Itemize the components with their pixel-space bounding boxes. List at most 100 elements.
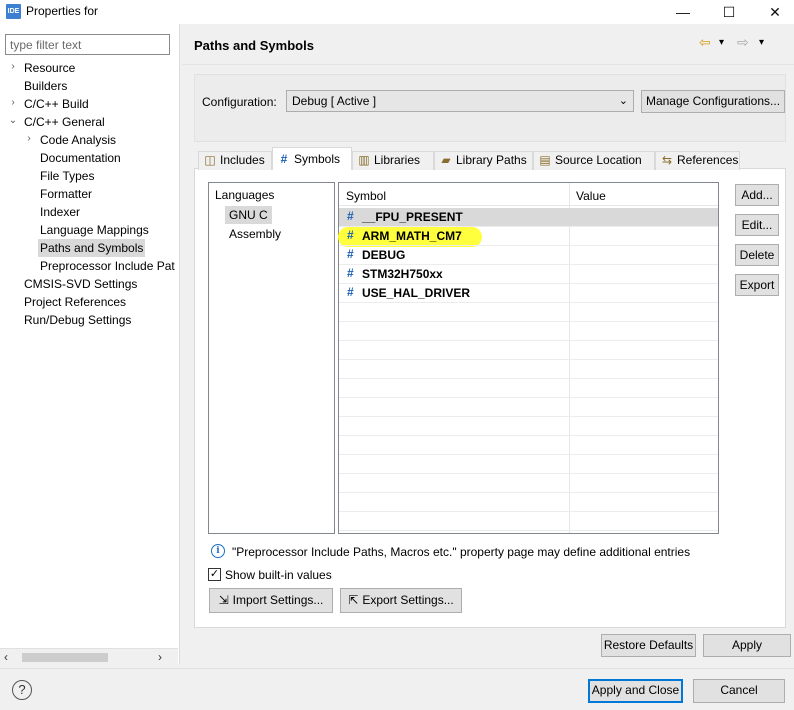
scroll-right-icon[interactable]: ›	[158, 650, 162, 664]
empty-row	[339, 341, 718, 360]
filter-input[interactable]	[5, 34, 170, 55]
hash-icon: #	[347, 285, 354, 299]
empty-row	[339, 303, 718, 322]
languages-header: Languages	[215, 188, 275, 202]
tab-references[interactable]: ⇆ References	[655, 151, 740, 170]
tab-label: Source Location	[555, 153, 642, 167]
empty-row	[339, 455, 718, 474]
empty-row	[339, 322, 718, 341]
tree-item[interactable]: Indexer	[38, 203, 82, 221]
tab-libraries[interactable]: ▥ Libraries	[352, 151, 434, 170]
hash-icon: #	[347, 209, 354, 223]
left-pane: ‹ › › ResourceBuilders › C/C++ Build ⌄ C/C++ …	[0, 24, 180, 665]
symbol-row[interactable]: # DEBUG	[339, 246, 718, 265]
back-dropdown-icon[interactable]: ▾	[719, 37, 724, 48]
chevron-down-icon: ⌄	[618, 95, 628, 107]
horizontal-scrollbar[interactable]: ‹ ›	[0, 648, 178, 665]
symbol-row[interactable]: # ARM_MATH_CM7	[339, 227, 718, 246]
symbol-name: STM32H750xx	[362, 267, 443, 281]
empty-row	[339, 474, 718, 493]
apply-and-close-button[interactable]: Apply and Close	[588, 679, 683, 703]
symbol-row[interactable]: # STM32H750xx	[339, 265, 718, 284]
footer-separator	[0, 668, 794, 669]
help-icon[interactable]: ?	[12, 680, 32, 700]
tab-label: Symbols	[294, 152, 341, 166]
forward-arrow-icon[interactable]: ⇨	[737, 34, 749, 51]
libraries-icon: ▥	[358, 153, 370, 167]
delete-button[interactable]: Delete	[735, 244, 779, 266]
tree-item[interactable]: CMSIS-SVD Settings	[22, 275, 139, 293]
source-folder-icon: ▤	[539, 153, 551, 167]
import-settings-button[interactable]: ⇲ Import Settings...	[209, 588, 333, 613]
tab-library-paths[interactable]: ▰ Library Paths	[434, 151, 533, 170]
column-header-symbol[interactable]: Symbol	[346, 189, 386, 203]
empty-row	[339, 360, 718, 379]
chevron-right-icon[interactable]: ›	[8, 97, 18, 108]
scroll-thumb[interactable]	[22, 653, 108, 662]
chevron-right-icon[interactable]: ›	[8, 61, 18, 72]
tree-item[interactable]: Resource	[22, 59, 77, 77]
hash-icon: #	[347, 247, 354, 261]
restore-defaults-button[interactable]: Restore Defaults	[601, 634, 696, 657]
tree-item[interactable]: Preprocessor Include Pat	[38, 257, 177, 275]
export-button[interactable]: Export	[735, 274, 779, 296]
header-divider	[339, 205, 718, 206]
configuration-label: Configuration:	[202, 95, 277, 109]
info-text: "Preprocessor Include Paths, Macros etc.…	[232, 545, 691, 559]
tree-item[interactable]: Run/Debug Settings	[22, 311, 133, 329]
tab-source-location[interactable]: ▤ Source Location	[533, 151, 655, 170]
empty-row	[339, 493, 718, 512]
tree-item[interactable]: Project References	[22, 293, 128, 311]
chevron-right-icon[interactable]: ›	[24, 133, 34, 144]
window-title: Properties for	[26, 4, 99, 18]
maximize-button[interactable]: ☐	[706, 0, 752, 24]
tab-includes[interactable]: ◫ Includes	[198, 151, 272, 170]
tab-label: References	[677, 153, 739, 167]
close-button[interactable]: ✕	[752, 0, 794, 24]
tab-label: Libraries	[374, 153, 421, 167]
tab-label: Includes	[220, 153, 265, 167]
empty-row	[339, 379, 718, 398]
tree-item[interactable]: Paths and Symbols	[38, 239, 146, 257]
tree-item[interactable]: C/C++ Build	[22, 95, 91, 113]
export-settings-button[interactable]: ⇱ Export Settings...	[340, 588, 462, 613]
tree-item[interactable]: Builders	[22, 77, 69, 95]
includes-icon: ◫	[204, 153, 216, 167]
title-separator	[182, 64, 794, 65]
symbol-name: __FPU_PRESENT	[362, 210, 463, 224]
back-arrow-icon[interactable]: ⇦	[699, 34, 711, 51]
configuration-value: Debug [ Active ]	[292, 94, 377, 108]
hash-icon: #	[280, 152, 288, 166]
tree-item[interactable]: C/C++ General	[22, 113, 107, 131]
tree-item[interactable]: Language Mappings	[38, 221, 151, 239]
apply-button[interactable]: Apply	[703, 634, 791, 657]
import-settings-label: Import Settings...	[232, 593, 324, 607]
manage-configurations-button[interactable]: Manage Configurations...	[641, 90, 785, 113]
tree-item[interactable]: File Types	[38, 167, 96, 185]
cancel-button[interactable]: Cancel	[693, 679, 785, 703]
page-title: Paths and Symbols	[194, 38, 314, 53]
symbol-row[interactable]: # USE_HAL_DRIVER	[339, 284, 718, 303]
empty-row	[339, 436, 718, 455]
tree-item[interactable]: Formatter	[38, 185, 94, 203]
symbol-name: DEBUG	[362, 248, 406, 262]
symbol-row[interactable]: # __FPU_PRESENT	[339, 208, 718, 227]
tab-symbols[interactable]: # Symbols	[272, 147, 352, 170]
add-button[interactable]: Add...	[735, 184, 779, 206]
chevron-down-icon[interactable]: ⌄	[8, 115, 18, 126]
forward-dropdown-icon[interactable]: ▾	[759, 37, 764, 48]
empty-row	[339, 398, 718, 417]
minimize-button[interactable]: —	[660, 0, 706, 24]
scroll-left-icon[interactable]: ‹	[4, 650, 8, 664]
tree-item[interactable]: Code Analysis	[38, 131, 118, 149]
column-header-value[interactable]: Value	[576, 189, 606, 203]
import-icon: ⇲	[218, 593, 229, 607]
edit-button[interactable]: Edit...	[735, 214, 779, 236]
language-item[interactable]: Assembly	[225, 225, 285, 243]
tree-item[interactable]: Documentation	[38, 149, 123, 167]
language-item[interactable]: GNU C	[225, 206, 272, 224]
show-builtin-checkbox[interactable]: ✓	[208, 568, 221, 581]
empty-row	[339, 512, 718, 531]
show-builtin-label[interactable]: Show built-in values	[225, 568, 332, 582]
configuration-select[interactable]: Debug [ Active ] ⌄	[286, 90, 634, 112]
